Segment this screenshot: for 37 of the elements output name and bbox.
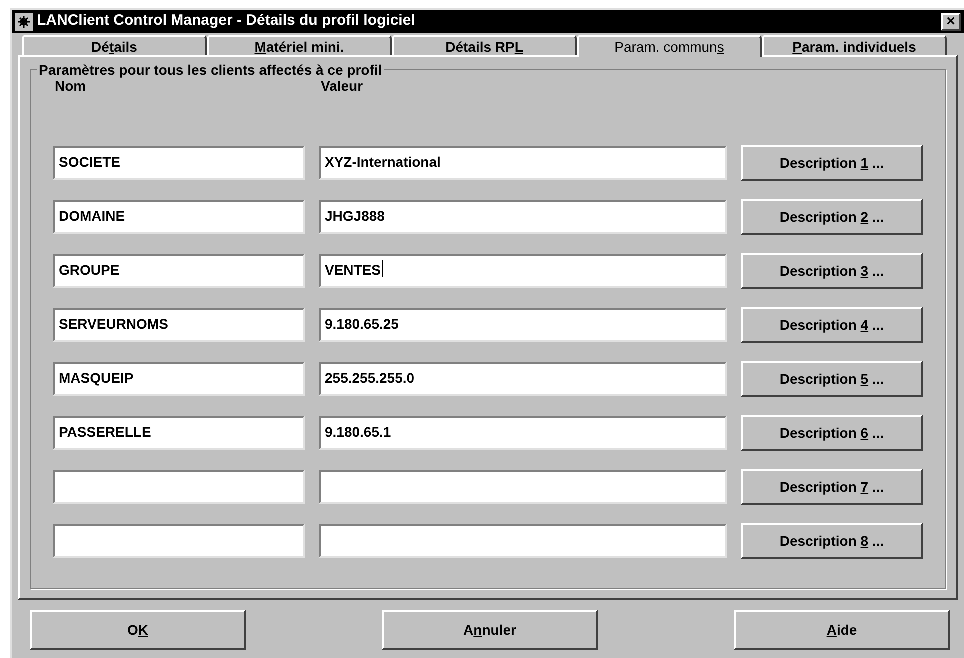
value-field[interactable]: VENTES	[319, 254, 727, 288]
dialog-button[interactable]: OK	[30, 610, 246, 650]
description-button[interactable]: Description 1 ...	[741, 145, 923, 181]
name-field[interactable]: MASQUEIP	[53, 362, 305, 396]
name-field[interactable]: SOCIETE	[53, 146, 305, 180]
column-header: Valeur	[321, 78, 364, 96]
description-button[interactable]: Description 3 ...	[741, 253, 923, 289]
description-button[interactable]: Description 7 ...	[741, 469, 923, 505]
tab[interactable]: Param. communs	[577, 35, 762, 57]
description-button[interactable]: Description 6 ...	[741, 415, 923, 451]
name-field[interactable]: SERVEURNOMS	[53, 308, 305, 342]
value-field[interactable]: 9.180.65.1	[319, 416, 727, 450]
tab[interactable]: Détails RPL	[392, 35, 577, 55]
value-field[interactable]: JHGJ888	[319, 200, 727, 234]
dialog-button[interactable]: Annuler	[382, 610, 598, 650]
name-field[interactable]	[53, 470, 305, 504]
name-field[interactable]: DOMAINE	[53, 200, 305, 234]
description-button[interactable]: Description 8 ...	[741, 523, 923, 559]
description-button[interactable]: Description 4 ...	[741, 307, 923, 343]
close-button[interactable]: ×	[941, 12, 961, 30]
name-field[interactable]	[53, 524, 305, 558]
value-field[interactable]	[319, 524, 727, 558]
tab[interactable]: Détails	[22, 35, 207, 55]
tab[interactable]: Matériel mini.	[207, 35, 392, 55]
text-cursor	[382, 260, 384, 277]
tab[interactable]: Param. individuels	[762, 35, 947, 55]
name-field[interactable]: PASSERELLE	[53, 416, 305, 450]
window-title: LANClient Control Manager - Détails du profil logiciel	[37, 11, 416, 32]
value-field[interactable]: 9.180.65.25	[319, 308, 727, 342]
value-field[interactable]	[319, 470, 727, 504]
value-field[interactable]: 255.255.255.0	[319, 362, 727, 396]
app-icon	[15, 12, 33, 30]
description-button[interactable]: Description 5 ...	[741, 361, 923, 397]
dialog-button[interactable]: Aide	[734, 610, 950, 650]
description-button[interactable]: Description 2 ...	[741, 199, 923, 235]
name-field[interactable]: GROUPE	[53, 254, 305, 288]
value-field[interactable]: XYZ-International	[319, 146, 727, 180]
